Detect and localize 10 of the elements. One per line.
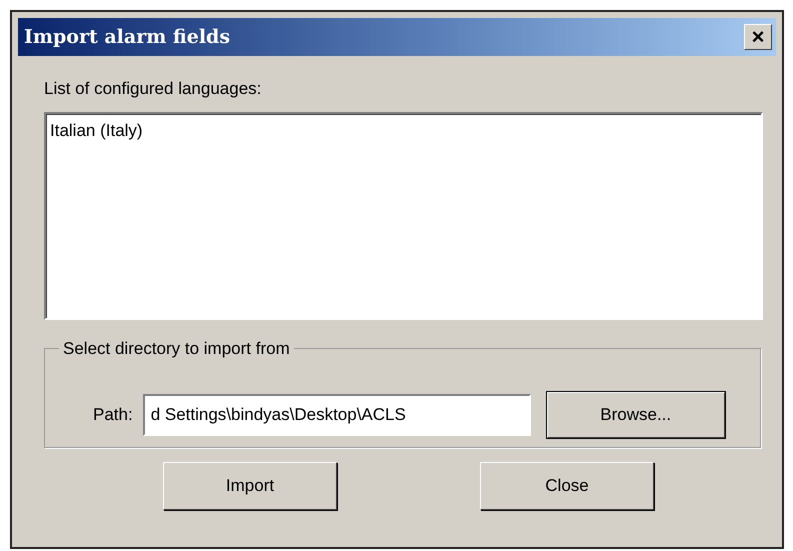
dialog-button[interactable]: Import — [163, 462, 337, 510]
browse-button[interactable]: Browse... — [546, 392, 725, 438]
language-list[interactable]: Italian (Italy) — [44, 112, 763, 320]
path-label: Path: — [93, 404, 133, 426]
dialog-button[interactable]: Close — [480, 462, 654, 510]
list-item[interactable]: Italian (Italy) — [50, 118, 143, 143]
close-button[interactable]: × — [744, 24, 772, 50]
window-title: Import alarm fields — [24, 24, 230, 50]
list-label: List of configured languages: — [44, 78, 262, 100]
path-field[interactable]: d Settings\bindyas\Desktop\ACLS — [142, 394, 531, 436]
